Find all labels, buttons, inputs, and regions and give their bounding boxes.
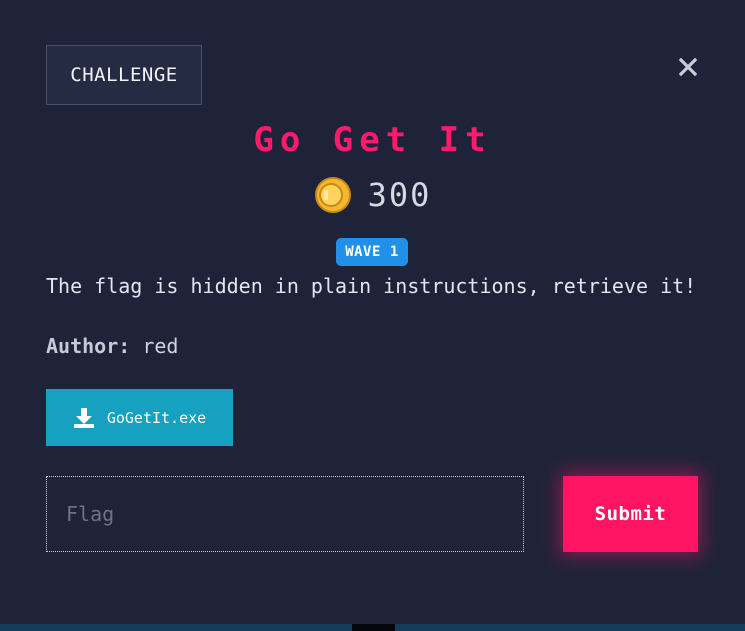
tab-challenge[interactable]: CHALLENGE [46, 45, 202, 105]
download-file-button[interactable]: GoGetIt.exe [46, 389, 233, 446]
background-strip-segment [352, 624, 395, 631]
close-icon[interactable] [678, 57, 698, 77]
author-label: Author: [46, 334, 131, 358]
points-value: 300 [367, 176, 432, 214]
challenge-modal: CHALLENGE Go Get It 300 WAVE 1 The flag … [0, 0, 745, 631]
points-display: 300 [0, 176, 745, 214]
author-line: Author: red [46, 334, 178, 358]
challenge-description: The flag is hidden in plain instructions… [46, 274, 697, 298]
wave-badge-label: WAVE 1 [345, 244, 399, 260]
submit-button[interactable]: Submit [563, 476, 698, 552]
wave-badge: WAVE 1 [336, 238, 408, 266]
author-name: red [142, 334, 179, 358]
background-strip [0, 624, 745, 631]
tab-challenge-label: CHALLENGE [70, 64, 178, 86]
download-filename: GoGetIt.exe [106, 408, 207, 427]
download-icon [73, 407, 94, 428]
challenge-title: Go Get It [253, 120, 492, 160]
flag-input[interactable] [46, 476, 524, 552]
coin-icon [314, 177, 351, 213]
